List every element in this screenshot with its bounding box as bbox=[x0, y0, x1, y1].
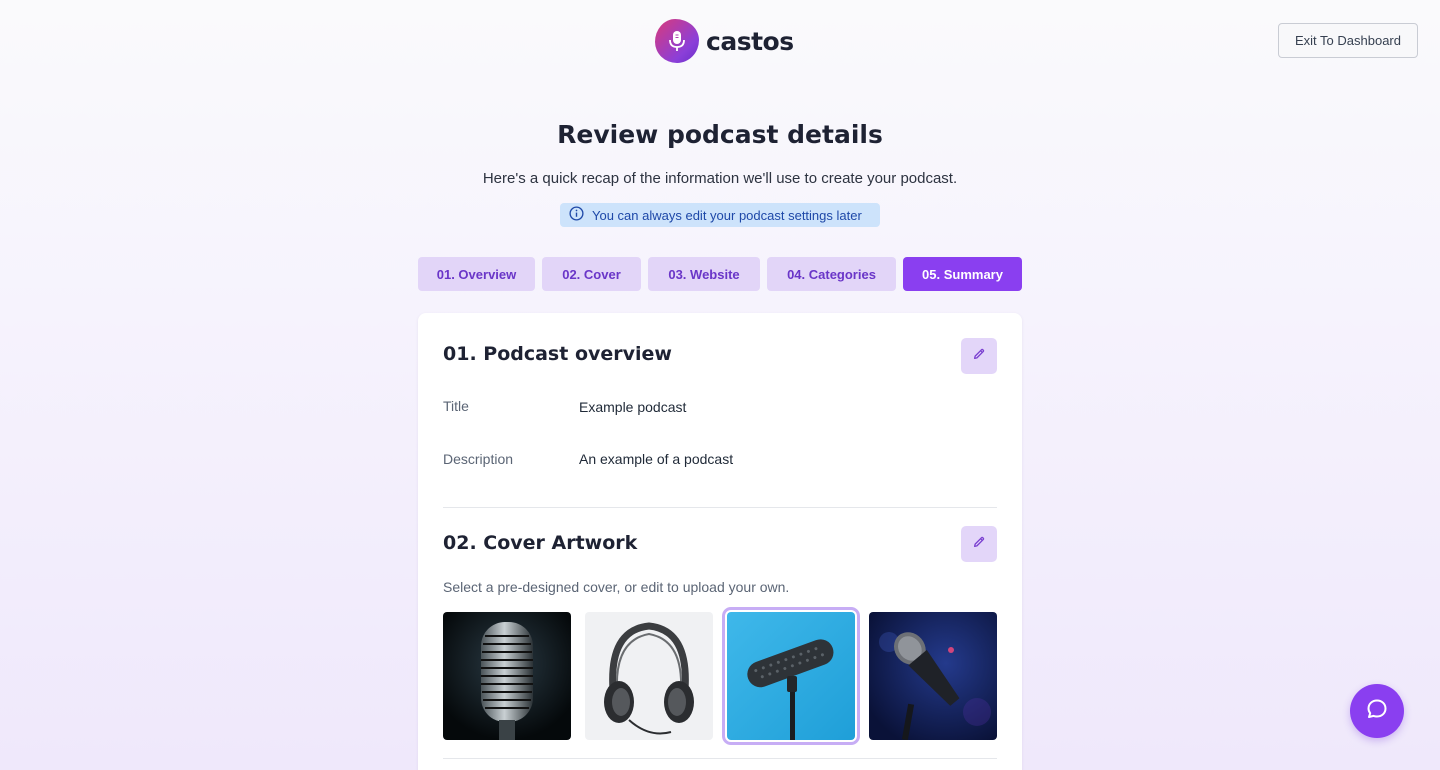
cover-hint: Select a pre-designed cover, or edit to … bbox=[443, 579, 790, 595]
cover-options bbox=[443, 607, 997, 745]
page-subtitle: Here's a quick recap of the information … bbox=[482, 170, 958, 187]
chat-launcher-button[interactable] bbox=[1350, 684, 1404, 738]
info-icon bbox=[569, 206, 584, 224]
brand-name: castos bbox=[706, 26, 794, 56]
cover-option-headphones[interactable] bbox=[585, 612, 713, 740]
cover-heading: 02. Cover Artwork bbox=[443, 532, 638, 554]
section-divider bbox=[443, 507, 997, 508]
edit-cover-button[interactable] bbox=[961, 526, 997, 562]
cover-option-vintage-microphone[interactable] bbox=[443, 612, 571, 740]
castos-logo[interactable]: castos bbox=[655, 19, 794, 63]
description-value: An example of a podcast bbox=[579, 451, 734, 467]
tab-categories[interactable]: 04. Categories bbox=[767, 257, 896, 291]
exit-to-dashboard-button[interactable]: Exit To Dashboard bbox=[1278, 23, 1418, 58]
top-bar: castos Exit To Dashboard bbox=[0, 0, 1440, 80]
tab-overview[interactable]: 01. Overview bbox=[418, 257, 535, 291]
pencil-icon bbox=[972, 347, 986, 366]
page-title: Review podcast details bbox=[557, 120, 883, 149]
edit-overview-button[interactable] bbox=[961, 338, 997, 374]
tab-website[interactable]: 03. Website bbox=[648, 257, 760, 291]
section-divider bbox=[443, 758, 997, 759]
step-tabs: 01. Overview 02. Cover 03. Website 04. C… bbox=[418, 257, 1022, 291]
description-label: Description bbox=[443, 451, 514, 467]
title-label: Title bbox=[443, 398, 469, 414]
cover-option-stage-microphone[interactable] bbox=[869, 612, 997, 740]
title-value: Example podcast bbox=[579, 399, 687, 415]
info-text: You can always edit your podcast setting… bbox=[592, 207, 862, 223]
info-badge: You can always edit your podcast setting… bbox=[560, 203, 880, 227]
tab-summary[interactable]: 05. Summary bbox=[903, 257, 1022, 291]
pencil-icon bbox=[972, 535, 986, 554]
chat-bubble-icon bbox=[1365, 697, 1389, 726]
overview-heading: 01. Podcast overview bbox=[443, 343, 672, 365]
microphone-icon bbox=[655, 19, 699, 63]
tab-cover[interactable]: 02. Cover bbox=[542, 257, 641, 291]
cover-option-boom-microphone[interactable] bbox=[722, 607, 860, 745]
summary-card: 01. Podcast overview Title Example podca… bbox=[418, 313, 1022, 770]
